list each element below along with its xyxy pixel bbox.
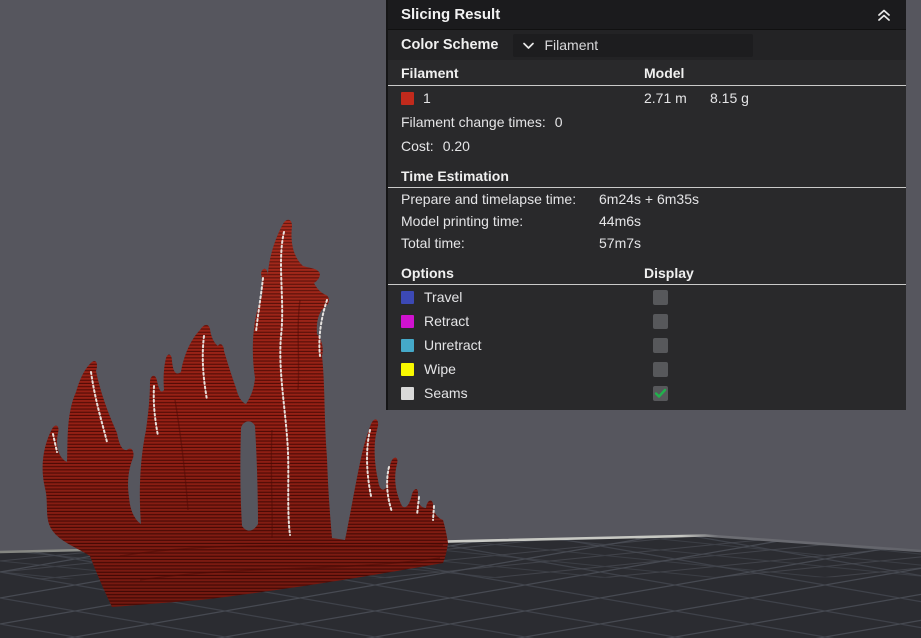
filament-length: 2.71 m xyxy=(644,90,687,106)
unretract-display-checkbox[interactable] xyxy=(653,338,668,353)
slicing-result-panel: Slicing Result Color Scheme Filament Fil… xyxy=(386,0,906,410)
wipe-display-checkbox[interactable] xyxy=(653,362,668,377)
wipe-color-swatch xyxy=(401,363,414,376)
filament-change-times-row: Filament change times: 0 xyxy=(388,110,906,134)
cost-row: Cost: 0.20 xyxy=(388,134,906,158)
option-row-seams: Seams xyxy=(388,381,906,405)
filament-id: 1 xyxy=(423,90,431,106)
filament-color-swatch xyxy=(401,92,414,105)
model-printing-time-value: 44m6s xyxy=(599,213,641,229)
color-scheme-dropdown[interactable]: Filament xyxy=(513,34,753,57)
display-column-label: Display xyxy=(644,265,694,281)
color-scheme-selected: Filament xyxy=(545,37,599,53)
unretract-color-swatch xyxy=(401,339,414,352)
option-row-unretract: Unretract xyxy=(388,333,906,357)
collapse-panel-button[interactable] xyxy=(874,5,894,25)
retract-display-checkbox[interactable] xyxy=(653,314,668,329)
filament-row: 1 2.71 m 8.15 g xyxy=(388,86,906,110)
total-time-label: Total time: xyxy=(401,235,465,251)
prepare-time-value: 6m24s + 6m35s xyxy=(599,191,699,207)
check-icon xyxy=(654,388,667,399)
unretract-label: Unretract xyxy=(424,337,482,353)
time-estimation-header: Time Estimation xyxy=(388,164,906,188)
panel-header: Slicing Result xyxy=(388,0,906,30)
prepare-time-row: Prepare and timelapse time: 6m24s + 6m35… xyxy=(388,188,906,210)
chevron-down-icon xyxy=(522,41,535,50)
option-row-wipe: Wipe xyxy=(388,357,906,381)
total-time-row: Total time: 57m7s xyxy=(388,232,906,254)
chevron-double-up-icon xyxy=(876,8,892,22)
color-scheme-label: Color Scheme xyxy=(401,37,499,53)
model-printing-time-row: Model printing time: 44m6s xyxy=(388,210,906,232)
total-time-value: 57m7s xyxy=(599,235,641,251)
travel-label: Travel xyxy=(424,289,462,305)
options-table-header: Options Display xyxy=(388,261,906,285)
filament-table-header: Filament Model xyxy=(388,60,906,86)
filament-change-times-label: Filament change times: xyxy=(401,114,546,130)
seams-label: Seams xyxy=(424,385,468,401)
option-row-retract: Retract xyxy=(388,309,906,333)
cost-value: 0.20 xyxy=(443,138,470,154)
retract-label: Retract xyxy=(424,313,469,329)
option-row-travel: Travel xyxy=(388,285,906,309)
color-scheme-row: Color Scheme Filament xyxy=(388,30,906,60)
options-column-label: Options xyxy=(401,265,454,281)
model-column-label: Model xyxy=(644,65,684,81)
time-estimation-title: Time Estimation xyxy=(401,168,509,184)
travel-display-checkbox[interactable] xyxy=(653,290,668,305)
seams-display-checkbox[interactable] xyxy=(653,386,668,401)
filament-weight: 8.15 g xyxy=(710,90,749,106)
wipe-label: Wipe xyxy=(424,361,456,377)
prepare-time-label: Prepare and timelapse time: xyxy=(401,191,576,207)
model-printing-time-label: Model printing time: xyxy=(401,213,523,229)
retract-color-swatch xyxy=(401,315,414,328)
travel-color-swatch xyxy=(401,291,414,304)
seams-color-swatch xyxy=(401,387,414,400)
filament-change-times-value: 0 xyxy=(555,114,563,130)
panel-title: Slicing Result xyxy=(401,6,500,23)
filament-column-label: Filament xyxy=(401,65,459,81)
cost-label: Cost: xyxy=(401,138,434,154)
